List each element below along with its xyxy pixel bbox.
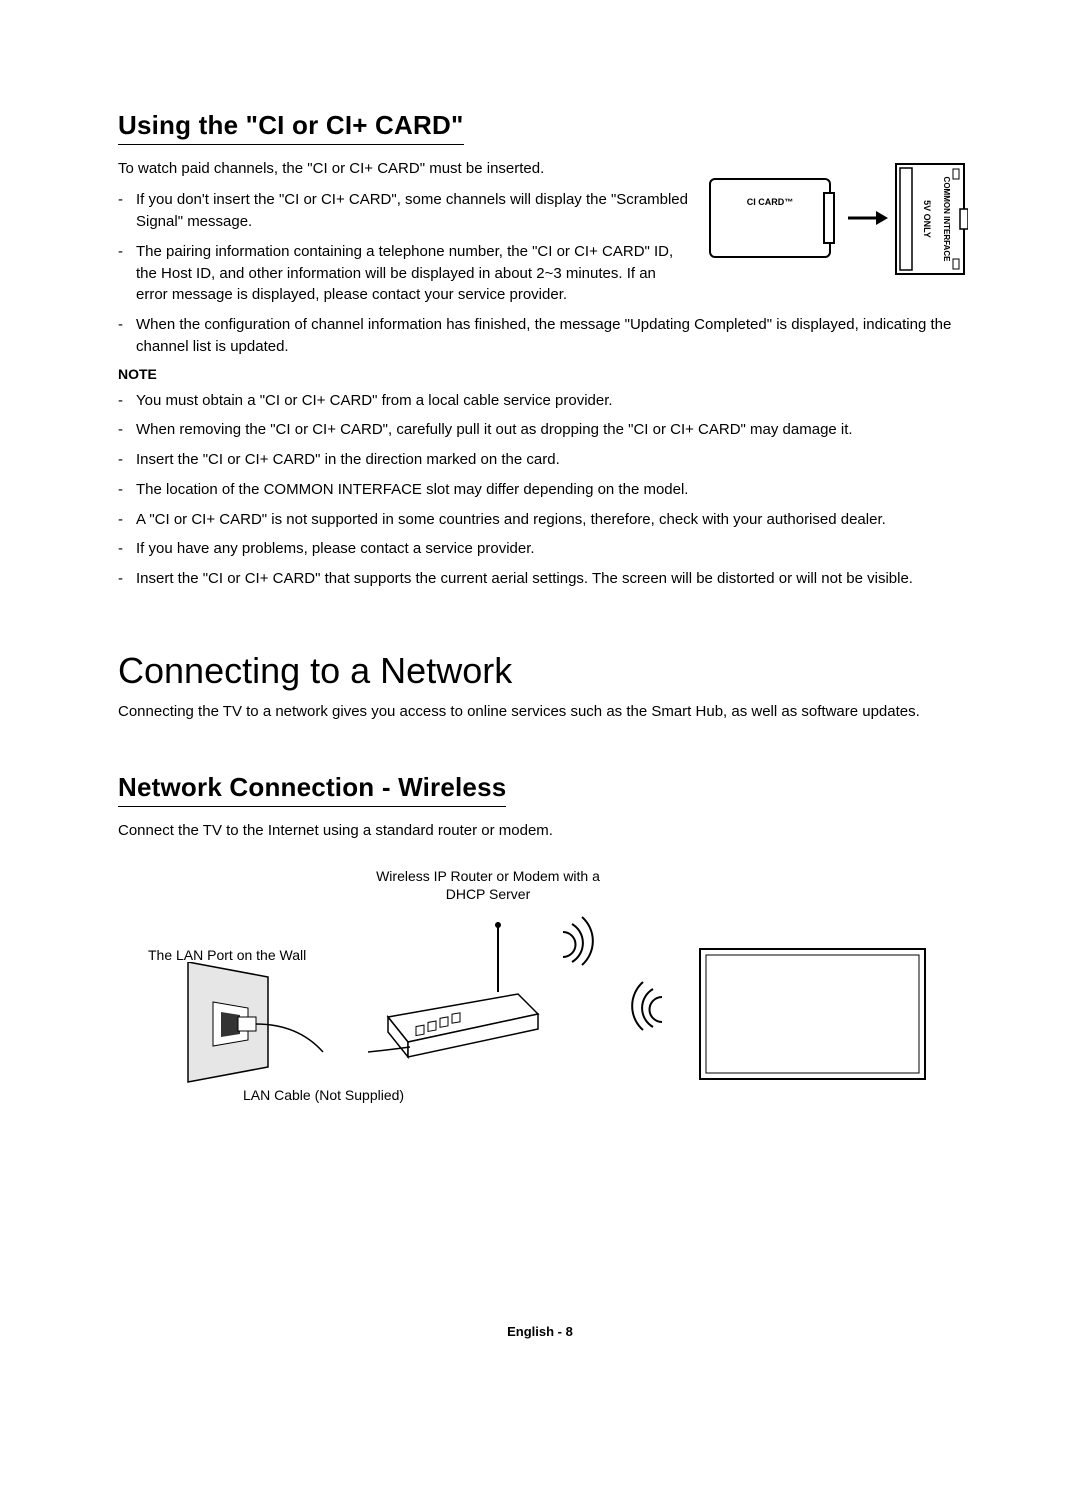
ci-note: You must obtain a "CI or CI+ CARD" from … [136, 390, 968, 412]
wireless-diagram: Wireless IP Router or Modem with a DHCP … [118, 867, 968, 1127]
page-footer: English - 8 [0, 1324, 1080, 1339]
router-icon [368, 922, 548, 1072]
ci-note: Insert the "CI or CI+ CARD" in the direc… [136, 449, 968, 471]
ci-bullet: The pairing information containing a tel… [136, 241, 688, 306]
wireless-waves-icon [558, 912, 608, 967]
ci-note: The location of the COMMON INTERFACE slo… [136, 479, 968, 501]
ci-card-section: Using the "CI or CI+ CARD" To watch paid… [118, 110, 968, 590]
ci-note: Insert the "CI or CI+ CARD" that support… [136, 568, 968, 590]
ci-notes-list: You must obtain a "CI or CI+ CARD" from … [118, 390, 968, 590]
ci-card-label-text: CI CARD™ [747, 197, 794, 207]
ci-bullet: When the configuration of channel inform… [136, 314, 968, 358]
ci-section-title: Using the "CI or CI+ CARD" [118, 110, 464, 145]
network-heading: Connecting to a Network [118, 650, 968, 692]
ci-note: If you have any problems, please contact… [136, 538, 968, 560]
tv-icon [698, 947, 928, 1087]
wireless-waves-icon [622, 977, 672, 1032]
wireless-intro: Connect the TV to the Internet using a s… [118, 821, 968, 841]
ci-note: A "CI or CI+ CARD" is not supported in s… [136, 509, 968, 531]
slot-ci-label: COMMON INTERFACE [942, 177, 951, 263]
wall-port-icon [118, 962, 328, 1092]
slot-5v-label: 5V ONLY [922, 200, 932, 238]
ci-note: When removing the "CI or CI+ CARD", care… [136, 419, 968, 441]
ci-intro: To watch paid channels, the "CI or CI+ C… [118, 159, 688, 179]
note-heading: NOTE [118, 366, 968, 382]
ci-top-bullets: If you don't insert the "CI or CI+ CARD"… [118, 189, 688, 306]
ci-card-diagram: CI CARD™ 5V ONLY COMMON INTERFACE [708, 159, 968, 314]
ci-bullet: If you don't insert the "CI or CI+ CARD"… [136, 189, 688, 233]
lan-port-label: The LAN Port on the Wall [148, 947, 306, 963]
router-caption: Wireless IP Router or Modem with a DHCP … [358, 867, 618, 903]
wireless-title: Network Connection - Wireless [118, 772, 506, 807]
ci-full-bullets: When the configuration of channel inform… [118, 314, 968, 358]
network-intro: Connecting the TV to a network gives you… [118, 702, 968, 722]
